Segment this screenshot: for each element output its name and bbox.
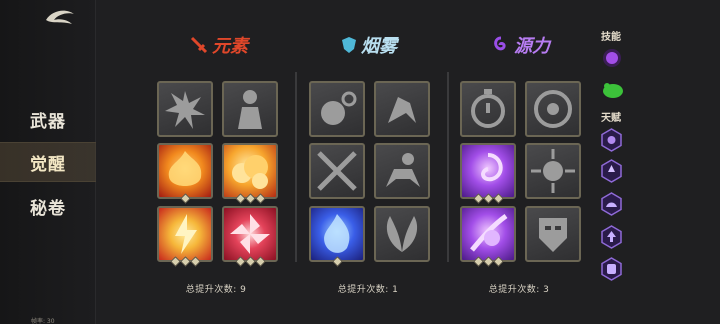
awaken-tile[interactable]	[460, 81, 516, 137]
awaken-tile[interactable]	[525, 81, 581, 137]
upgrade-gems	[462, 193, 514, 204]
lightning-icon	[175, 214, 197, 254]
group-title-force: 源力	[492, 30, 550, 60]
nav-secret-scroll[interactable]: 秘卷	[0, 186, 96, 226]
awaken-tile[interactable]	[525, 206, 581, 262]
awaken-tile[interactable]	[525, 143, 581, 199]
awaken-tile[interactable]	[374, 81, 430, 137]
dash-figure-icon	[388, 97, 416, 123]
explosion-icon	[165, 91, 205, 129]
group-total-upgrades: 总提升次数: 3	[488, 285, 550, 295]
awaken-tile[interactable]	[460, 143, 516, 204]
awaken-tile[interactable]	[374, 206, 430, 262]
awaken-tile[interactable]	[157, 206, 213, 267]
leaves-icon	[386, 216, 418, 252]
flame-burst-icon	[168, 151, 202, 186]
nav-weapons[interactable]: 武器	[0, 99, 96, 139]
crouch-figure-icon	[386, 153, 420, 187]
green-creature-icon[interactable]	[600, 78, 624, 100]
talents-label: 天赋	[601, 113, 621, 124]
dragon-logo-icon	[46, 10, 74, 24]
group-title-smoke: 烟雾	[341, 30, 397, 60]
purple-vortex-icon	[481, 153, 503, 182]
sword-icon	[190, 36, 208, 54]
talent-arrow-icon[interactable]	[600, 159, 623, 183]
group-name: 源力	[514, 36, 550, 57]
purple-orb-icon[interactable]	[600, 47, 624, 69]
talent-up-icon[interactable]	[600, 225, 623, 249]
talent-gem-icon[interactable]	[600, 128, 623, 152]
mask-icon	[539, 218, 567, 252]
talent-wave-icon[interactable]	[600, 192, 623, 216]
awaken-tile[interactable]	[222, 143, 278, 204]
upgrade-gems	[224, 193, 276, 204]
group-divider	[295, 72, 297, 262]
cross-arrows-icon	[317, 151, 357, 191]
nav-awaken[interactable]: 觉醒	[0, 142, 96, 182]
group-name: 元素	[212, 36, 248, 57]
skills-label: 技能	[601, 32, 621, 43]
upgrade-gems	[462, 256, 514, 267]
awaken-tile[interactable]	[460, 206, 516, 267]
sidebar: 武器 觉醒 秘卷 帧率: 30	[0, 0, 96, 324]
awaken-tile[interactable]	[157, 143, 213, 204]
timer-icon	[471, 89, 505, 128]
bomb-icon	[321, 91, 357, 125]
group-divider	[447, 72, 449, 262]
awaken-tile[interactable]	[222, 81, 278, 137]
group-name: 烟雾	[361, 36, 397, 57]
fire-cloud-icon	[232, 155, 268, 189]
talent-shield-icon[interactable]	[600, 257, 623, 281]
awaken-tile[interactable]	[309, 206, 365, 267]
upgrade-gems	[159, 256, 211, 267]
shield-icon	[342, 37, 356, 53]
upgrade-gems	[224, 256, 276, 267]
awaken-tile[interactable]	[157, 81, 213, 137]
awaken-tile[interactable]	[309, 81, 365, 137]
shatter-icon	[531, 149, 575, 193]
group-total-upgrades: 总提升次数: 1	[337, 285, 399, 295]
awaken-panel: 元素 烟雾 源力 总提升次数: 9 总提升次数: 1 总提升次数: 3	[96, 0, 720, 324]
group-total-upgrades: 总提升次数: 9	[185, 285, 247, 295]
vortex-icon	[534, 90, 572, 128]
awaken-tile[interactable]	[374, 143, 430, 199]
group-title-element: 元素	[190, 30, 248, 60]
pinwheel-icon	[230, 214, 270, 254]
upgrade-gems	[159, 193, 211, 204]
upgrade-gems	[311, 256, 363, 267]
warrior-icon	[238, 90, 262, 129]
awaken-tile[interactable]	[309, 143, 365, 199]
swirl-icon	[494, 36, 506, 51]
purple-slash-icon	[470, 213, 508, 252]
spirit-flame-icon	[324, 214, 350, 253]
awaken-tile[interactable]	[222, 206, 278, 267]
fps-readout: 帧率: 30	[31, 318, 55, 324]
